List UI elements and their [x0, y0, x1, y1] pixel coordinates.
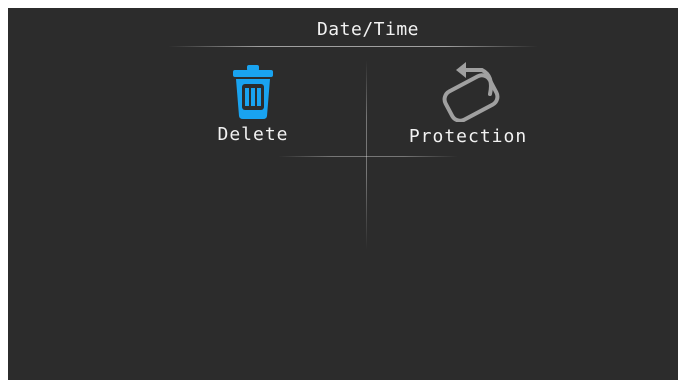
vertical-divider	[366, 60, 367, 250]
menu-title: Date/Time	[316, 19, 420, 40]
protect-icon	[432, 58, 504, 122]
trash-icon	[225, 64, 281, 120]
camera-menu-screen: Date/Time Delete Protection	[8, 8, 678, 380]
delete-label: Delete	[217, 124, 289, 145]
title-divider	[168, 46, 538, 47]
protection-menu-item[interactable]: Protection	[398, 58, 538, 147]
delete-menu-item[interactable]: Delete	[208, 64, 298, 145]
protection-label: Protection	[408, 126, 528, 147]
horizontal-divider	[278, 156, 458, 157]
